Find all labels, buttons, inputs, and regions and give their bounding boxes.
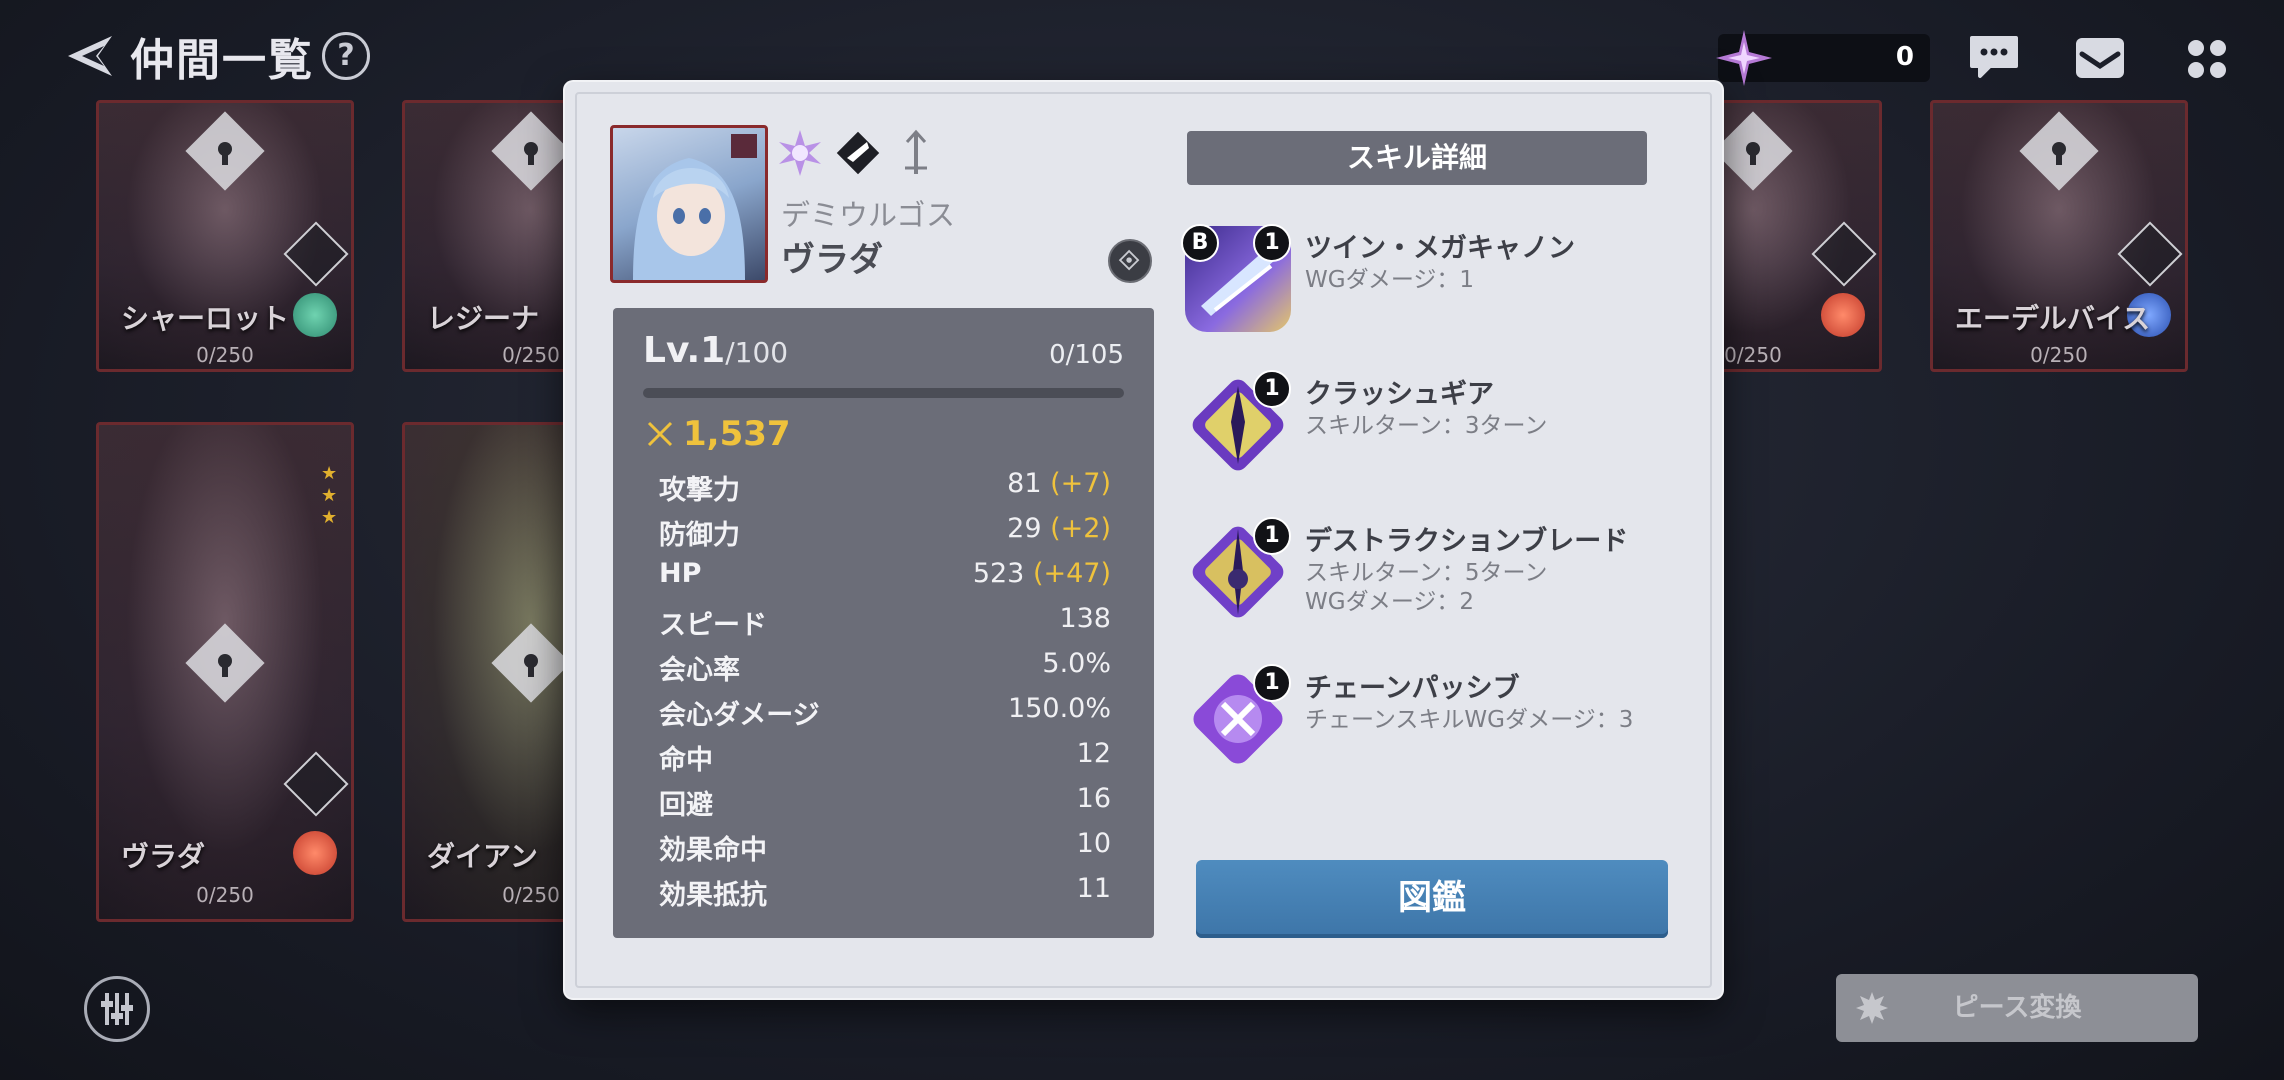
- skill-description: スキルターン：3ターン: [1305, 413, 1548, 439]
- skill-description: チェーンスキルWGダメージ：3: [1305, 707, 1634, 733]
- equipment-slot-icon[interactable]: [1108, 239, 1152, 283]
- stat-value: 150.0%: [1008, 693, 1111, 724]
- stat-value: 5.0%: [1042, 648, 1111, 679]
- level-value: Lv.1: [643, 330, 726, 371]
- stat-label: 回避: [659, 790, 713, 821]
- combat-power: 1,537: [645, 414, 791, 454]
- filter-sliders-icon[interactable]: [84, 976, 150, 1042]
- stat-row: HP 523 (+47): [659, 558, 1111, 598]
- chat-icon[interactable]: [1968, 34, 2020, 80]
- skill-description: WGダメージ：1: [1305, 267, 1475, 293]
- stat-row: 会心ダメージ 150.0%: [659, 693, 1111, 733]
- stat-value: 81 (+7): [1007, 468, 1111, 499]
- rarity-stars: ★ ★ ★: [321, 463, 338, 528]
- piece-convert-label: ピース変換: [1952, 993, 2082, 1023]
- stat-label: 会心率: [659, 655, 740, 686]
- piece-convert-button[interactable]: ピース変換: [1836, 974, 2198, 1042]
- stat-value: 10: [1076, 828, 1111, 859]
- character-card[interactable]: エーデルバイス 0/250: [1930, 100, 2188, 372]
- stat-value: 11: [1076, 873, 1111, 904]
- character-name: エーデルバイス: [1955, 302, 2151, 335]
- fire-element-icon: [1821, 293, 1865, 337]
- lock-icon: [185, 111, 265, 191]
- mailbox-icon[interactable]: [2074, 36, 2126, 80]
- piece-gear-icon: [1856, 992, 1888, 1024]
- stat-row: 防御力 29 (+2): [659, 513, 1111, 553]
- stat-row: 命中 12: [659, 738, 1111, 778]
- character-card[interactable]: ★ ★ ★ ヴラダ 0/250: [96, 422, 354, 922]
- stat-row: スピード 138: [659, 603, 1111, 643]
- stat-row: 攻撃力 81 (+7): [659, 468, 1111, 508]
- skill-item[interactable]: 1 チェーンパッシブ チェーンスキルWGダメージ：3: [1185, 664, 1685, 776]
- stat-value: 16: [1076, 783, 1111, 814]
- menu-grid-icon[interactable]: [2186, 38, 2228, 80]
- stat-label: 命中: [659, 745, 713, 776]
- stat-label: 効果抵抗: [659, 880, 767, 911]
- currency-display: 0: [1716, 30, 1930, 86]
- skill-name: クラッシュギア: [1305, 379, 1494, 410]
- piece-count: 0/250: [2030, 343, 2088, 367]
- piece-count: 0/250: [196, 883, 254, 907]
- stats-panel: Lv.1/100 0/105 1,537 攻撃力 81 (+7) 防御力 29 …: [613, 308, 1154, 938]
- basic-skill-badge: B: [1181, 224, 1219, 262]
- character-name: ヴラダ: [121, 840, 206, 873]
- encyclopedia-button[interactable]: 図鑑: [1196, 860, 1668, 938]
- weapon-type-icon: [905, 129, 927, 174]
- level-max: /100: [725, 336, 789, 369]
- stat-value: 29 (+2): [1007, 513, 1111, 544]
- lock-icon: [185, 623, 265, 703]
- class-type-icon: [836, 131, 880, 175]
- lock-icon: [2019, 111, 2099, 191]
- skill-item[interactable]: 1 デストラクションブレード スキルターン：5ターン WGダメージ：2: [1185, 517, 1685, 629]
- stat-label: 効果命中: [659, 835, 767, 866]
- stat-label: HP: [659, 558, 702, 589]
- skill-level-badge: 1: [1253, 664, 1291, 702]
- fire-element-icon: [293, 831, 337, 875]
- character-name: シャーロット: [121, 302, 290, 335]
- stat-row: 効果抵抗 11: [659, 873, 1111, 913]
- stat-value: 138: [1059, 603, 1111, 634]
- help-icon[interactable]: ?: [322, 32, 370, 80]
- skill-item[interactable]: B 1 ツイン・メガキャノン WGダメージ：1: [1181, 224, 1685, 336]
- skill-name: チェーンパッシブ: [1305, 673, 1520, 704]
- skill-name: ツイン・メガキャノン: [1305, 233, 1575, 264]
- exp-bar: [643, 388, 1124, 398]
- currency-value: 0: [1895, 42, 1914, 72]
- stat-label: スピード: [659, 610, 767, 641]
- character-name: ダイアン: [427, 840, 538, 873]
- wind-element-icon: [293, 293, 337, 337]
- skill-details-header: スキル詳細: [1187, 131, 1647, 185]
- character-race: デミウルゴス: [781, 198, 956, 232]
- skill-level-badge: 1: [1253, 517, 1291, 555]
- skill-name: デストラクションブレード: [1305, 526, 1629, 557]
- character-card[interactable]: シャーロット 0/250: [96, 100, 354, 372]
- stat-row: 回避 16: [659, 783, 1111, 823]
- stat-value: 523 (+47): [972, 558, 1111, 589]
- level-display: Lv.1/100: [643, 330, 788, 371]
- character-detail-modal: デミウルゴス ヴラダ Lv.1/100 0/105 1,537 攻撃力 81 (…: [565, 82, 1722, 998]
- character-name: レジーナ: [427, 302, 540, 335]
- back-arrow-icon[interactable]: [62, 28, 118, 84]
- stat-row: 効果命中 10: [659, 828, 1111, 868]
- page-title: 仲間一覧: [130, 35, 314, 86]
- crossed-swords-icon: [647, 421, 673, 447]
- piece-count: 0/250: [196, 343, 254, 367]
- skill-level-badge: 1: [1253, 224, 1291, 262]
- skill-description: スキルターン：5ターン WGダメージ：2: [1305, 560, 1548, 615]
- crystal-star-icon: [1716, 30, 1772, 86]
- character-name: ヴラダ: [781, 240, 883, 280]
- skill-level-badge: 1: [1253, 370, 1291, 408]
- rarity-crystal-icon: [779, 130, 821, 176]
- stat-label: 会心ダメージ: [659, 700, 820, 731]
- stat-value: 12: [1076, 738, 1111, 769]
- stat-row: 会心率 5.0%: [659, 648, 1111, 688]
- stat-label: 防御力: [659, 520, 740, 551]
- exp-value: 0/105: [1049, 340, 1124, 370]
- skill-item[interactable]: 1 クラッシュギア スキルターン：3ターン: [1185, 370, 1685, 482]
- stat-label: 攻撃力: [659, 475, 740, 506]
- combat-power-value: 1,537: [683, 414, 791, 454]
- character-portrait: [610, 125, 768, 283]
